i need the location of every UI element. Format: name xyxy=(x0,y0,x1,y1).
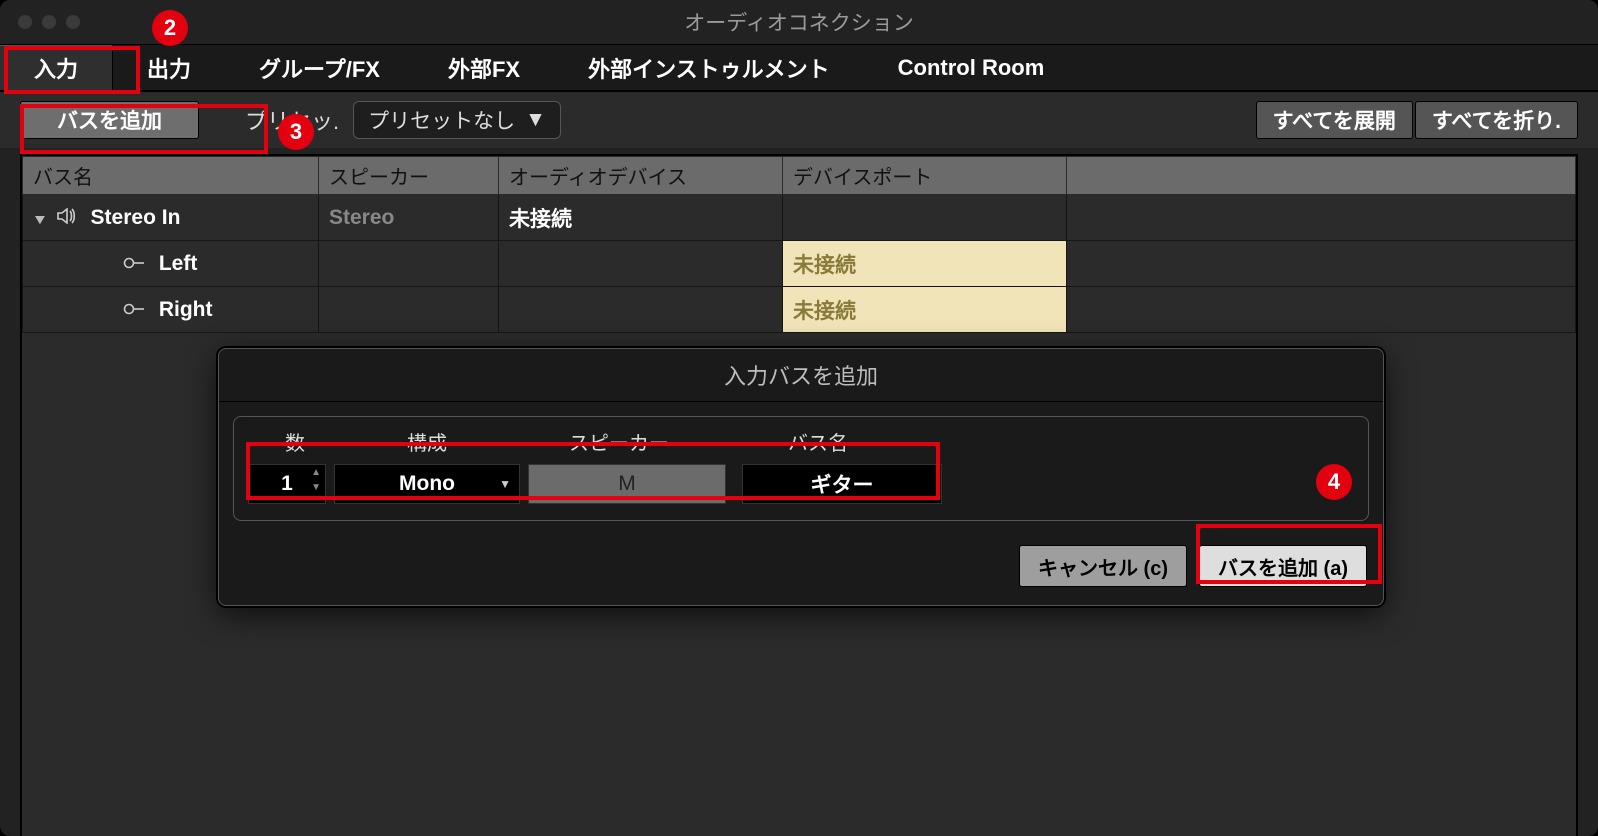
header-config: 構成 xyxy=(334,427,520,456)
channel-name: Left xyxy=(159,252,198,275)
empty-cell xyxy=(1067,287,1576,333)
col-bus-name[interactable]: バス名 xyxy=(23,157,319,195)
count-stepper[interactable]: 1 ▲▼ xyxy=(248,464,326,504)
dialog-header-row: 数 構成 スピーカー バス名 xyxy=(248,427,1354,464)
expand-all-button[interactable]: すべてを展開 xyxy=(1256,101,1413,139)
col-audio-device[interactable]: オーディオデバイス xyxy=(499,157,783,195)
cancel-button[interactable]: キャンセル (c) xyxy=(1019,545,1187,587)
window-title: オーディオコネクション xyxy=(0,7,1598,37)
device-port-cell[interactable]: 未接続 xyxy=(783,241,1067,287)
bus-name-value: ギター xyxy=(811,469,874,499)
empty-cell xyxy=(1067,195,1576,241)
col-device-port[interactable]: デバイスポート xyxy=(783,157,1067,195)
device-port-cell[interactable]: 未接続 xyxy=(783,287,1067,333)
speaker-value: M xyxy=(618,472,636,496)
table-header-row: バス名 スピーカー オーディオデバイス デバイスポート xyxy=(23,157,1576,195)
titlebar: オーディオコネクション xyxy=(0,0,1598,44)
bus-name-field[interactable]: ギター xyxy=(742,464,942,504)
audio-device-cell xyxy=(499,241,783,287)
tab-input[interactable]: 入力 xyxy=(0,45,113,90)
table-row[interactable]: Right 未接続 xyxy=(23,287,1576,333)
speaker-cell xyxy=(319,241,499,287)
speaker-display: M xyxy=(528,464,726,504)
tab-group-fx[interactable]: グループ/FX xyxy=(225,45,414,90)
header-count: 数 xyxy=(256,427,334,456)
preset-value: プリセットなし xyxy=(368,105,515,135)
add-bus-button[interactable]: バスを追加 xyxy=(20,101,199,139)
port-icon xyxy=(123,252,145,276)
bus-name-cell[interactable]: ▼ Stereo In xyxy=(23,195,319,241)
tab-output[interactable]: 出力 xyxy=(113,45,225,90)
audio-device-cell xyxy=(499,287,783,333)
toolbar: バスを追加 プリセッ. プリセットなし ▼ すべてを展開 すべてを折り. xyxy=(0,92,1598,148)
channel-name: Right xyxy=(159,298,213,321)
header-bus-name: バス名 xyxy=(718,427,918,456)
disclosure-triangle-icon[interactable]: ▼ xyxy=(32,211,49,227)
dialog-body: 数 構成 スピーカー バス名 1 ▲▼ Mono ▼ M ギター xyxy=(233,416,1369,521)
audio-device-cell[interactable]: 未接続 xyxy=(499,195,783,241)
tab-bar: 入力 出力 グループ/FX 外部FX 外部インストゥルメント Control R… xyxy=(0,44,1598,92)
bus-name: Stereo In xyxy=(91,206,181,229)
count-value: 1 xyxy=(281,472,293,496)
device-port-cell[interactable] xyxy=(783,195,1067,241)
channel-name-cell[interactable]: Left xyxy=(23,241,319,287)
empty-cell xyxy=(1067,241,1576,287)
tab-external-fx[interactable]: 外部FX xyxy=(414,45,554,90)
audio-connections-window: オーディオコネクション 入力 出力 グループ/FX 外部FX 外部インストゥルメ… xyxy=(0,0,1598,836)
col-empty xyxy=(1067,157,1576,195)
zoom-window-icon[interactable] xyxy=(66,15,80,29)
port-icon xyxy=(123,298,145,322)
preset-label: プリセッ. xyxy=(245,104,339,136)
preset-dropdown[interactable]: プリセットなし ▼ xyxy=(353,101,561,139)
dialog-input-row: 1 ▲▼ Mono ▼ M ギター xyxy=(248,464,1354,504)
speaker-icon xyxy=(57,206,77,230)
speaker-cell[interactable]: Stereo xyxy=(319,195,499,241)
header-speaker: スピーカー xyxy=(520,427,718,456)
chevron-down-icon: ▼ xyxy=(499,477,511,491)
bus-table: バス名 スピーカー オーディオデバイス デバイスポート ▼ Stereo In xyxy=(22,156,1576,333)
config-dropdown[interactable]: Mono ▼ xyxy=(334,464,520,504)
stepper-arrows-icon[interactable]: ▲▼ xyxy=(311,467,321,493)
col-speaker[interactable]: スピーカー xyxy=(319,157,499,195)
add-input-bus-dialog: 入力バスを追加 数 構成 スピーカー バス名 1 ▲▼ Mono ▼ M xyxy=(218,348,1384,606)
tab-external-instruments[interactable]: 外部インストゥルメント xyxy=(554,45,864,90)
speaker-cell xyxy=(319,287,499,333)
collapse-all-button[interactable]: すべてを折り. xyxy=(1415,101,1578,139)
close-window-icon[interactable] xyxy=(18,15,32,29)
window-controls xyxy=(18,15,80,29)
add-bus-confirm-button[interactable]: バスを追加 (a) xyxy=(1199,545,1367,587)
dialog-footer: キャンセル (c) バスを追加 (a) xyxy=(219,535,1383,605)
table-row[interactable]: ▼ Stereo In Stereo 未接続 xyxy=(23,195,1576,241)
config-value: Mono xyxy=(399,472,455,496)
channel-name-cell[interactable]: Right xyxy=(23,287,319,333)
tab-control-room[interactable]: Control Room xyxy=(864,45,1079,90)
chevron-down-icon: ▼ xyxy=(525,108,546,132)
minimize-window-icon[interactable] xyxy=(42,15,56,29)
dialog-title: 入力バスを追加 xyxy=(219,349,1383,402)
table-row[interactable]: Left 未接続 xyxy=(23,241,1576,287)
